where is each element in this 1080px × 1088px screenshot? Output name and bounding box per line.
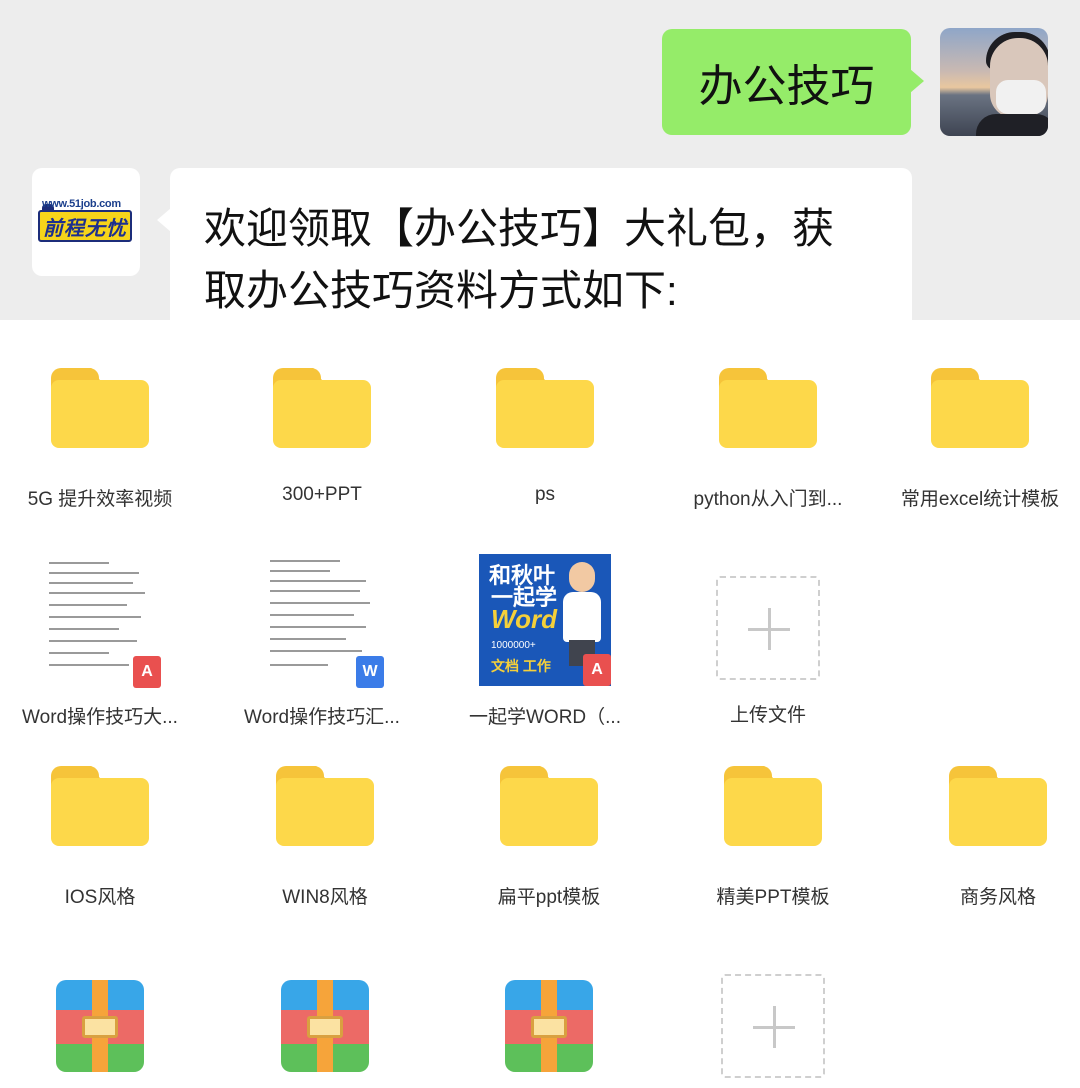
plus-icon — [721, 974, 825, 1078]
file-item[interactable]: WIN8风格 — [225, 766, 425, 909]
upload-file-button[interactable]: 上传文件 — [668, 576, 868, 727]
folder-icon — [276, 766, 374, 846]
file-label: WIN8风格 — [282, 887, 368, 908]
folder-icon — [949, 766, 1047, 846]
file-label: 一起学WORD（... — [469, 707, 621, 728]
file-label: 300+PPT — [282, 484, 362, 505]
file-item[interactable] — [0, 980, 200, 1072]
book-cover-thumbnail: 和秋叶 一起学 Word 1000000+ 文档 工作 A — [479, 554, 611, 686]
incoming-message-bubble[interactable]: 欢迎领取【办公技巧】大礼包，获 取办公技巧资料方式如下: — [157, 168, 912, 320]
file-item[interactable]: IOS风格 — [0, 766, 200, 909]
chat-area: 办公技巧 www.51job.com 前程无忧 欢迎领取【办公技巧】大礼包，获 … — [0, 0, 1080, 320]
file-label: 5G 提升效率视频 — [27, 489, 173, 510]
folder-icon — [273, 368, 371, 448]
file-label: python从入门到... — [693, 489, 843, 510]
file-label: 精美PPT模板 — [716, 887, 830, 908]
pdf-document-thumbnail: A — [39, 554, 161, 688]
pdf-badge-icon: A — [583, 654, 611, 686]
file-label: 扁平ppt模板 — [497, 887, 601, 908]
file-item[interactable]: 扁平ppt模板 — [449, 766, 649, 909]
file-item[interactable]: 常用excel统计模板 — [880, 368, 1080, 511]
bot-avatar[interactable]: www.51job.com 前程无忧 — [32, 168, 140, 276]
bot-avatar-url: www.51job.com — [42, 198, 121, 210]
file-grid: 5G 提升效率视频 300+PPT ps python从入门到... 常用exc… — [0, 320, 1080, 1088]
file-item[interactable]: 300+PPT — [222, 368, 422, 506]
word-badge-icon: W — [356, 656, 384, 688]
folder-icon — [51, 766, 149, 846]
file-item[interactable]: 和秋叶 一起学 Word 1000000+ 文档 工作 A 一起学WORD（..… — [445, 554, 645, 729]
file-item[interactable] — [449, 980, 649, 1072]
incoming-message-line1: 欢迎领取【办公技巧】大礼包，获 — [204, 205, 835, 252]
file-label: Word操作技巧大... — [22, 707, 178, 728]
folder-icon — [51, 368, 149, 448]
archive-icon — [56, 980, 144, 1072]
file-item[interactable]: ps — [445, 368, 645, 506]
file-label: IOS风格 — [64, 887, 136, 908]
user-avatar[interactable] — [940, 28, 1048, 136]
word-document-thumbnail: W — [260, 554, 384, 688]
pdf-badge-icon: A — [133, 656, 161, 688]
file-item[interactable]: 5G 提升效率视频 — [0, 368, 200, 511]
folder-icon — [724, 766, 822, 846]
file-item[interactable]: 精美PPT模板 — [673, 766, 873, 909]
folder-icon — [500, 766, 598, 846]
bot-avatar-brand: 前程无忧 — [43, 217, 127, 240]
outgoing-message-text: 办公技巧 — [698, 62, 875, 111]
folder-icon — [931, 368, 1029, 448]
file-item[interactable] — [225, 980, 425, 1072]
outgoing-message-bubble[interactable]: 办公技巧 — [662, 29, 924, 135]
folder-icon — [496, 368, 594, 448]
bot-avatar-logo: 前程无忧 — [38, 210, 132, 242]
file-label: 常用excel统计模板 — [900, 489, 1060, 510]
file-label: 商务风格 — [959, 887, 1036, 908]
upload-file-button[interactable] — [673, 974, 873, 1078]
archive-icon — [281, 980, 369, 1072]
file-label: ps — [534, 484, 556, 505]
file-item[interactable]: python从入门到... — [668, 368, 868, 511]
file-item[interactable]: 商务风格 — [898, 766, 1080, 909]
upload-file-label: 上传文件 — [729, 705, 806, 726]
archive-icon — [505, 980, 593, 1072]
incoming-message-line2: 取办公技巧资料方式如下: — [204, 267, 678, 314]
file-item[interactable]: W Word操作技巧汇... — [222, 554, 422, 729]
file-label: Word操作技巧汇... — [244, 707, 400, 728]
plus-icon — [716, 576, 820, 680]
folder-icon — [719, 368, 817, 448]
file-item[interactable]: A Word操作技巧大... — [0, 554, 200, 729]
